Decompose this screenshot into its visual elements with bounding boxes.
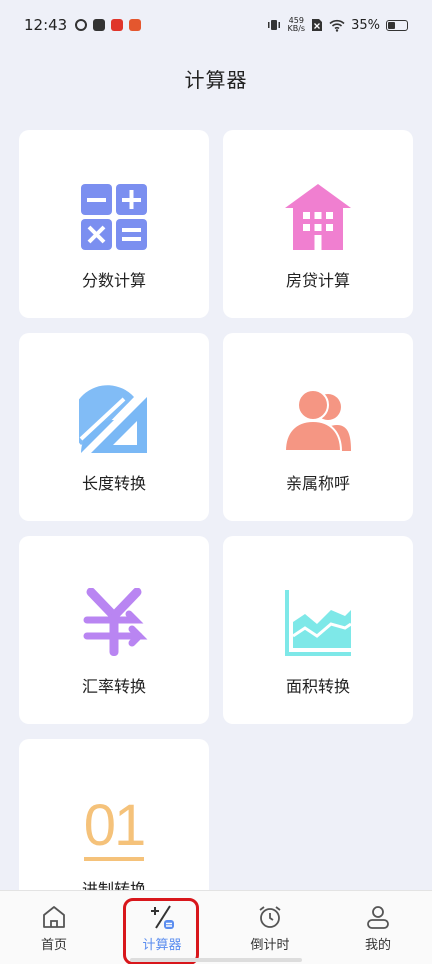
page-title: 计算器 <box>184 68 248 92</box>
tool-label: 长度转换 <box>81 474 146 493</box>
app-notification-icon <box>75 19 88 31</box>
status-bar: 12:43 459 KB/s 35% <box>0 0 432 50</box>
tab-profile[interactable]: 我的 <box>324 891 432 964</box>
people-icon <box>283 389 351 452</box>
tab-label: 计算器 <box>142 938 182 953</box>
home-indicator <box>130 958 302 962</box>
alarm-clock-icon <box>259 906 281 928</box>
tool-card-length[interactable]: 长度转换 <box>19 333 209 521</box>
net-speed-unit: KB/s <box>287 24 306 33</box>
tool-card-fraction[interactable]: 分数计算 <box>19 130 209 318</box>
tool-label: 房贷计算 <box>285 271 350 290</box>
fraction-calc-icon <box>81 184 147 250</box>
tool-label: 亲属称呼 <box>285 474 350 493</box>
shop-app-icon <box>111 19 124 31</box>
home-icon <box>43 906 65 928</box>
wifi-icon <box>329 19 345 32</box>
profile-icon <box>367 906 389 929</box>
house-icon <box>285 184 351 250</box>
binary-01-text: 01 <box>83 795 146 861</box>
vibrate-icon <box>268 20 281 30</box>
tab-home[interactable]: 首页 <box>0 891 108 964</box>
tab-countdown[interactable]: 倒计时 <box>216 891 324 964</box>
no-sim-icon <box>312 19 323 31</box>
battery-percent: 35% <box>351 17 380 33</box>
yen-exchange-icon <box>83 588 148 656</box>
tool-card-currency[interactable]: 汇率转换 <box>19 536 209 724</box>
binary-01-icon: 01 <box>79 791 149 861</box>
tab-calculator[interactable]: 计算器 <box>108 891 216 964</box>
tool-card-mortgage[interactable]: 房贷计算 <box>223 130 413 318</box>
news-app-icon <box>129 19 142 31</box>
calculator-icon <box>151 905 174 929</box>
tool-card-area[interactable]: 面积转换 <box>223 536 413 724</box>
video-app-icon <box>93 19 106 31</box>
tool-label: 汇率转换 <box>81 677 146 696</box>
tool-card-relatives[interactable]: 亲属称呼 <box>223 333 413 521</box>
ruler-protractor-icon <box>79 385 147 453</box>
tab-label: 首页 <box>40 938 67 953</box>
bottom-tab-bar: 首页 计算器 倒计时 我的 <box>0 890 432 964</box>
status-right: 459 KB/s 35% <box>267 17 408 33</box>
battery-icon <box>386 19 408 31</box>
net-speed: 459 KB/s <box>287 17 305 33</box>
status-left: 12:43 <box>24 16 142 34</box>
area-chart-icon <box>285 590 352 656</box>
status-time: 12:43 <box>24 16 68 34</box>
tool-label: 面积转换 <box>285 677 350 696</box>
tab-label: 我的 <box>364 938 391 953</box>
tool-label: 分数计算 <box>81 271 146 290</box>
tab-label: 倒计时 <box>250 938 290 953</box>
